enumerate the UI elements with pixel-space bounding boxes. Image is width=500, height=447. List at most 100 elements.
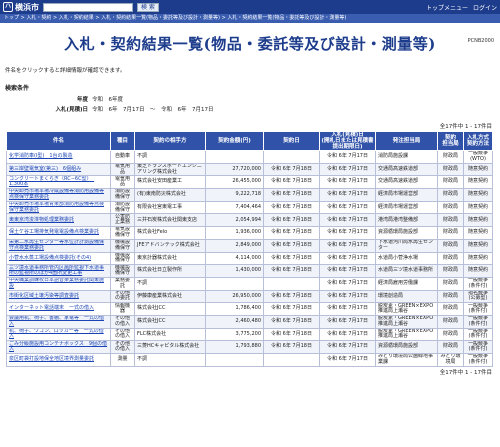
subject-link[interactable]: 会議用机、椅子、書棚、家電等 一式の借入 [6, 314, 111, 329]
header-contract-bureau[interactable]: 契約 担当局 [437, 131, 464, 151]
contract-date-cell: 令和 6年 7月18日 [263, 213, 320, 228]
site-logo[interactable]: ハ 横浜市 [3, 2, 39, 13]
header-ordering-bureau[interactable]: 発注担当局 [375, 131, 438, 151]
ordering-bureau-cell: 下水道河川局水再生センター [375, 238, 438, 253]
subject-link[interactable]: 東東京湾浚渫物処理業務委託 [6, 213, 111, 228]
contract-bureau-cell: 財政局 [437, 238, 464, 253]
subject-link[interactable]: 小菅水水蒸工場設備点検委託(その4) [6, 251, 111, 266]
bid-date-cell: 令和 6年 7月17日 [319, 302, 376, 316]
bid-method-cell: 一般競争 (条件付) [463, 276, 493, 291]
header-amount[interactable]: 契約金額(円) [205, 131, 264, 151]
ordering-bureau-cell: 環境創造局 [375, 289, 438, 304]
category-cell: 消防設備保守 [110, 188, 135, 202]
bid-method-cell: 指名競争 (公募型) [463, 289, 493, 304]
date-label: 入札(見積)日 [55, 107, 88, 113]
table-header-row: 件名 種目 契約の相手方 契約金額(円) 契約日 入札(見積)日 (開札日または見積書提出期… [6, 131, 493, 151]
table-row: 三ツ境水道事務所管内区画所監視下水道事所の監視所のほか4箇所変更工事 機械設備保守… [6, 264, 493, 278]
bid-date-cell: 令和 6年 7月17日 [319, 213, 376, 228]
contract-bureau-cell: 財政局 [437, 276, 464, 291]
bid-date-cell: 令和 6年 7月17日 [319, 264, 376, 278]
amount-cell: 1,786,400 [205, 302, 264, 316]
contractor-cell: 東京計器株式会社 [134, 251, 206, 266]
subject-link[interactable]: 三ツ境水道事務所管内区画所監視下水道事所の監視所のほか4箇所変更工事 [6, 264, 111, 278]
category-cell: 消防設備保守 [110, 200, 135, 215]
bid-method-cell: 随意契約 [463, 200, 493, 215]
top-menu-link[interactable]: トップメニュー [426, 3, 468, 12]
subject-link[interactable]: 保土ケ谷工場排気発電電設備点検業委託 [6, 226, 111, 240]
search-input[interactable] [43, 2, 133, 12]
subject-link[interactable]: 中央職業訓練校日本語音楽業務委託関東施設 [6, 276, 111, 291]
bid-method-cell: 一般競争 (WTO) [463, 150, 493, 164]
contractor-cell: 株式会社JCC [134, 314, 206, 329]
ordering-bureau-cell: 経済局市場運営部 [375, 188, 438, 202]
contract-date-cell: 令和 6年 7月18日 [263, 302, 320, 316]
ordering-bureau-cell: 水道局小菅浄水場 [375, 251, 438, 266]
bid-date-cell: 令和 6年 7月17日 [319, 289, 376, 304]
results-table: 件名 種目 契約の相手方 契約金額(円) 契約日 入札(見積)日 (開札日または見積書提出期… [6, 131, 493, 367]
subject-link[interactable]: 化学消防車(Ⅰ型) 1台の製造 [6, 150, 111, 164]
contract-bureau-cell: 財政局 [437, 302, 464, 316]
ordering-bureau-cell: 脱炭素・GREEN×EXPO推進局上瀬谷 [375, 302, 438, 316]
amount-cell: 2,054,994 [205, 213, 264, 228]
header-subject[interactable]: 件名 [6, 131, 111, 151]
subject-link[interactable]: 泉区町袋打設地保全地区境界測量委託 [6, 353, 111, 367]
subject-link[interactable]: 中央卸売市場本場青果部消防用設備等点検保守業務委託 [6, 200, 111, 215]
subject-link[interactable]: ごみ分級施設用コンテナボックス 9個の借入 [6, 340, 111, 354]
category-cell: その他の借入 [110, 327, 135, 342]
subject-link[interactable]: 中央卸売市場本場冷蔵設備等消防用設備等点検保守業務委託 [6, 188, 111, 202]
table-row: 第三岸壁電気室(第三) 6個組み 電気用品 東芝トランスポートエンジニアリング株式会… [6, 162, 493, 177]
contract-date-cell [263, 276, 320, 291]
page-title: 入札・契約結果一覧(物品・委託等及び設計・測量等) [64, 35, 436, 53]
subject-link[interactable]: インターネット電話端末 一式の借入 [6, 302, 111, 316]
category-cell: 機械設備保守 [110, 238, 135, 253]
bid-date-cell: 令和 6年 7月17日 [319, 226, 376, 240]
contractor-cell: 株式会社JCC [134, 302, 206, 316]
category-cell: 情報機器 [110, 302, 135, 316]
contractor-cell: JFEアドバンテック株式会社 [134, 238, 206, 253]
amount-cell [205, 276, 264, 291]
table-row: 中央卸売市場本場青果部消防用設備等点検保守業務委託 消防設備保守 有限会社宮東電工事… [6, 200, 493, 215]
bid-date-cell: 令和 6年 7月17日 [319, 188, 376, 202]
subject-link[interactable]: コンクリートまくらぎ（RC−6C型） 1,300本 [6, 175, 111, 190]
breadcrumb[interactable]: トップ > 入札・契約 > 入札・契約結果 > 入札・契約結果一覧(物品・委託等… [0, 14, 500, 23]
category-cell: 自動車 [110, 150, 135, 164]
search-button[interactable]: 検 索 [137, 2, 159, 12]
contract-bureau-cell: 財政局 [437, 340, 464, 354]
bid-method-cell: 随意契約 [463, 264, 493, 278]
header-category[interactable]: 種目 [110, 131, 135, 151]
contract-bureau-cell: 財政局 [437, 188, 464, 202]
table-row: ごみ分級施設用コンテナボックス 9個の借入 その他の借入 三菱HCキャピタル株式会社… [6, 340, 493, 354]
contract-bureau-cell: 財政局 [437, 150, 464, 164]
header-bid-date[interactable]: 入札(見積)日 (開札日または見積書提出期限日) [319, 131, 376, 151]
subject-link[interactable]: 机、椅子、ワゴン、ロッカー等 一式の借入 [6, 327, 111, 342]
table-row: 中央卸売市場本場冷蔵設備等消防用設備等点検保守業務委託 消防設備保守 (有)東南防災… [6, 188, 493, 202]
header-contract-date[interactable]: 契約日 [263, 131, 320, 151]
bid-date-cell: 令和 6年 7月17日 [319, 251, 376, 266]
date-row: 入札(見積)日 令和 6年 7月17日 ～ 令和 6年 7月17日 [5, 105, 500, 113]
amount-cell: 27,720,000 [205, 162, 264, 177]
bid-date-cell: 令和 6年 7月17日 [319, 238, 376, 253]
subject-link[interactable]: 市街化区域土壌汚染等調査委託 [6, 289, 111, 304]
category-cell: 電気用品 [110, 162, 135, 177]
contract-date-cell: 令和 6年 7月18日 [263, 175, 320, 190]
category-cell: その他の委託 [110, 289, 135, 304]
subject-link[interactable]: 第三岸壁電気室(第三) 6個組み [6, 162, 111, 177]
amount-cell: 3,775,200 [205, 327, 264, 342]
bid-date-cell: 令和 6年 7月17日 [319, 162, 376, 177]
ordering-bureau-cell: 交通局高速鉄道部 [375, 175, 438, 190]
header-contractor[interactable]: 契約の相手方 [134, 131, 206, 151]
bid-date-cell: 令和 6年 7月17日 [319, 150, 376, 164]
category-cell: 測量 [110, 353, 135, 367]
subject-link[interactable]: 栄第二水再生センター等水位計計測設備保守点検業務委託 [6, 238, 111, 253]
login-link[interactable]: ログイン [473, 3, 497, 12]
table-row: 会議用机、椅子、書棚、家電等 一式の借入 その他の借入 株式会社JCC 2,460,4… [6, 314, 493, 329]
contractor-cell: FLC株式会社 [134, 327, 206, 342]
header-bid-method[interactable]: 入札方式 契約方法 [463, 131, 493, 151]
year-label: 年度 [76, 97, 88, 103]
category-cell: 公害防止業務 [110, 213, 135, 228]
amount-cell: 1,430,000 [205, 264, 264, 278]
bid-method-cell: 随意契約 [463, 188, 493, 202]
contractor-cell: 株式会社安田産業工 [134, 175, 206, 190]
ordering-bureau-cell: 脱炭素・GREEN×EXPO推進局上瀬谷 [375, 327, 438, 342]
table-row: 化学消防車(Ⅰ型) 1台の製造 自動車 不調 令和 6年 7月17日 消防局施設課 財政局… [6, 150, 493, 164]
